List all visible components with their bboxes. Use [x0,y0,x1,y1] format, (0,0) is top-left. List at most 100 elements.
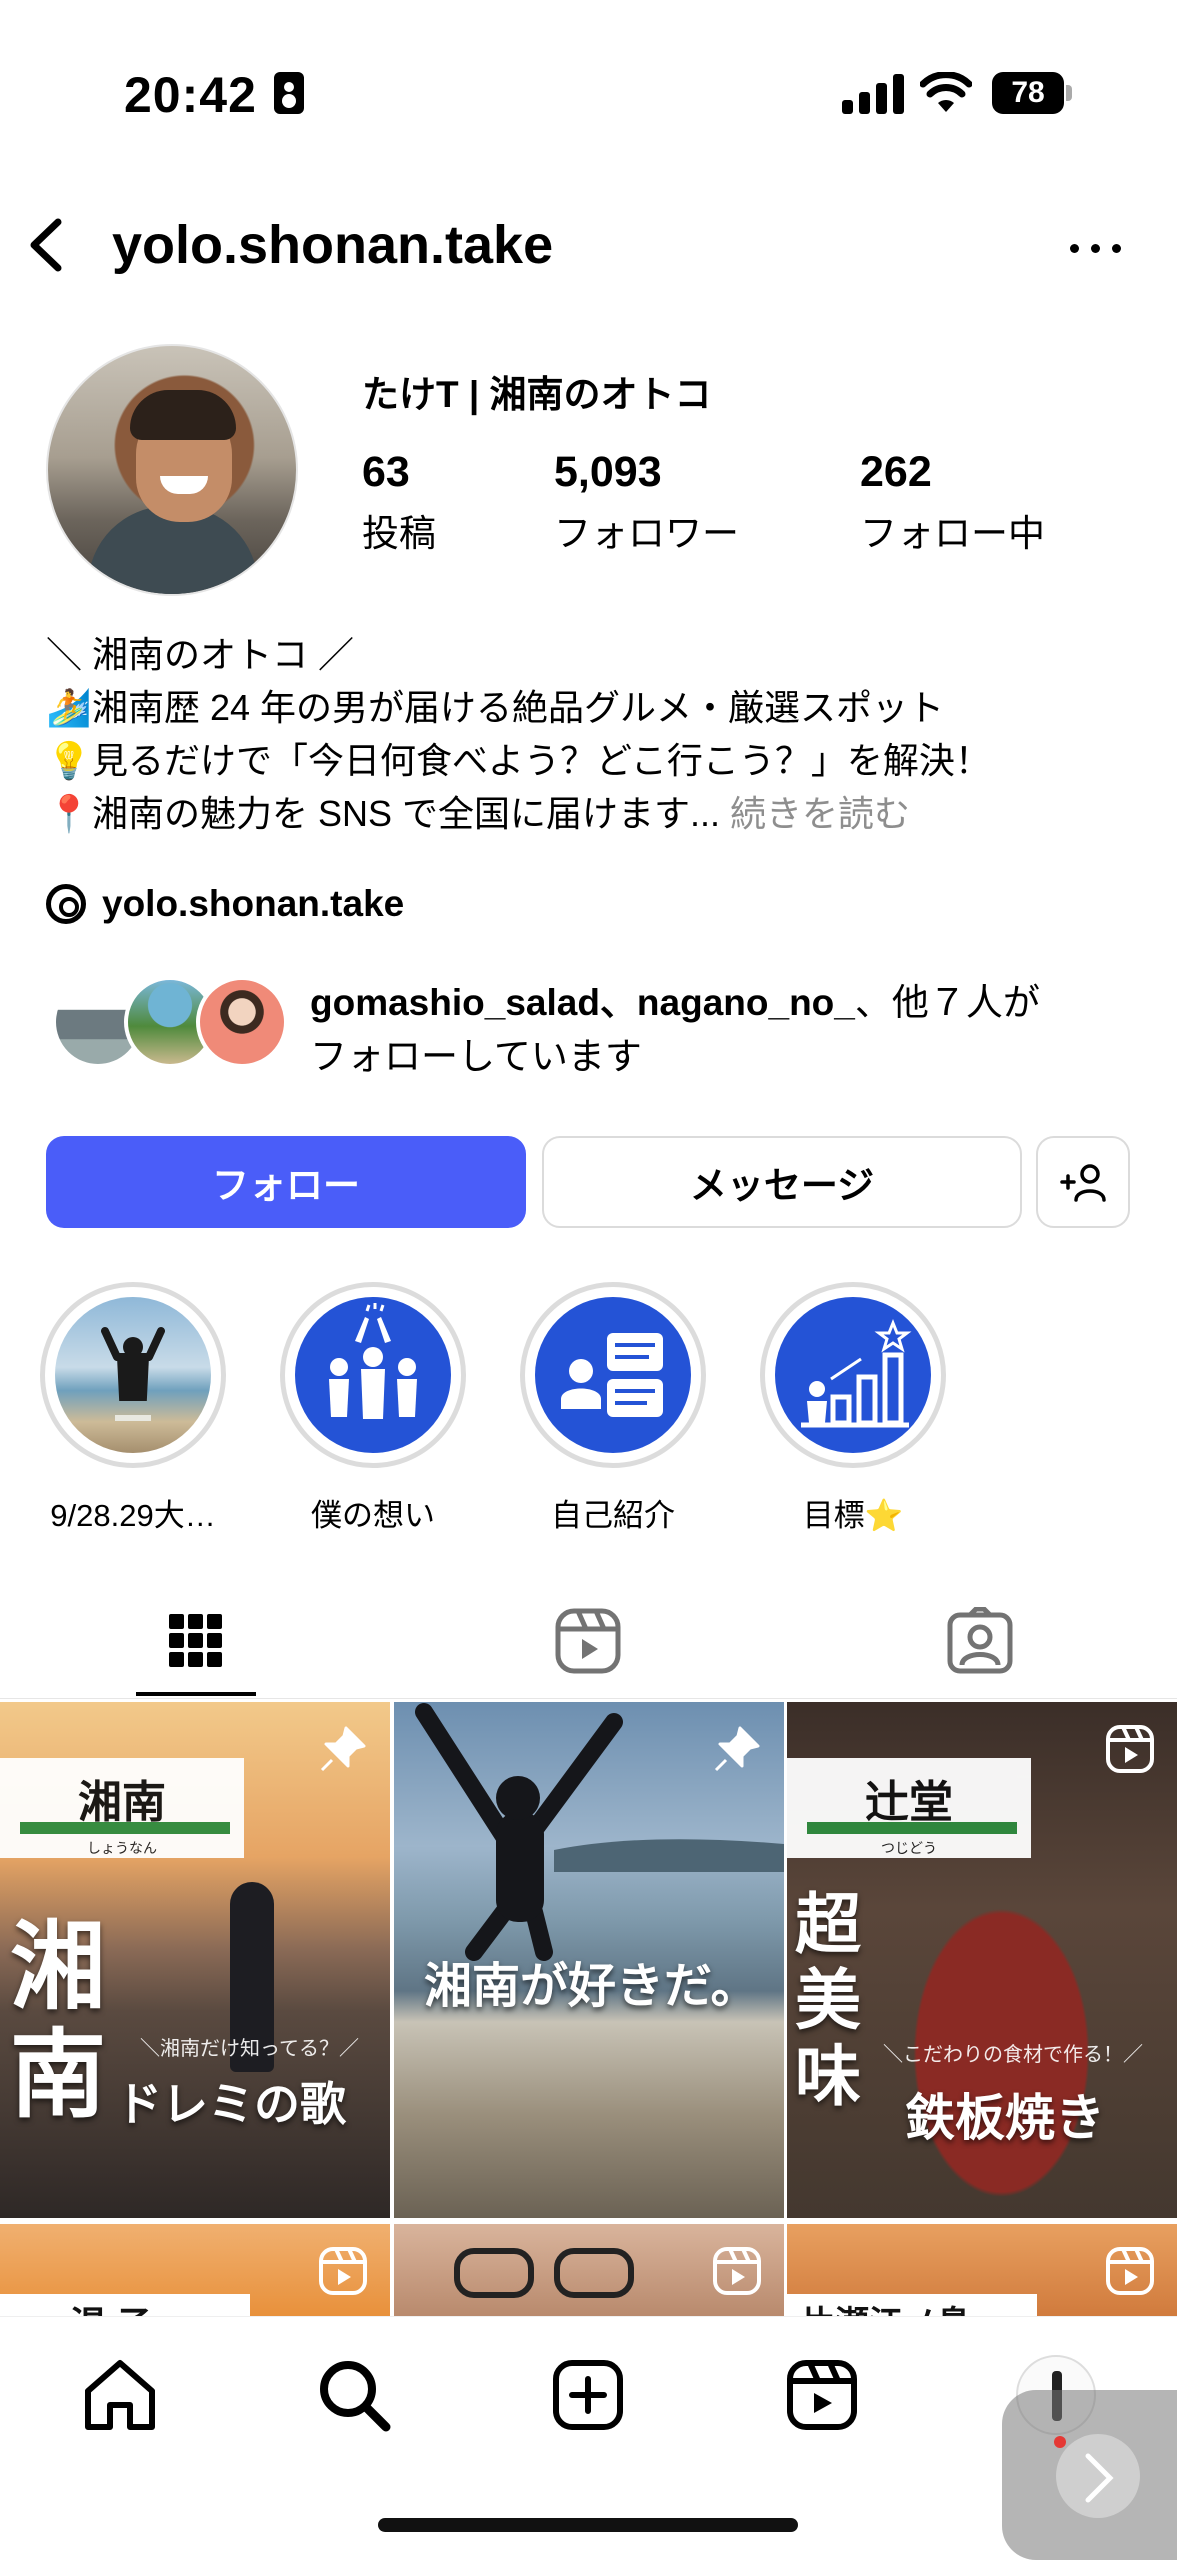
following-stat[interactable]: 262 フォロー中 [860,448,1045,557]
id-card-icon [274,72,304,114]
followed-by-line2: フォローしています [310,1036,642,1077]
search-icon[interactable] [314,2355,394,2435]
post-tile[interactable]: 辻堂 つじどう 超美味 ＼こだわりの食材で作る！／ 鉄板焼き [787,1702,1177,2218]
glasses [454,2248,534,2298]
posts-count: 63 [362,448,410,496]
highlight-2[interactable]: 僕の想い [280,1282,466,1535]
followers-count: 5,093 [554,448,662,496]
tab-tagged[interactable] [784,1588,1176,1694]
following-label: フォロー中 [860,513,1045,554]
threads-link[interactable]: yolo.shonan.take [46,874,404,934]
reels-icon [319,2247,367,2295]
sign-name: 辻堂 [865,1778,953,1827]
reels-icon [555,1608,621,1674]
following-count: 262 [860,448,932,496]
presentation-icon [561,1333,663,1417]
home-icon[interactable] [80,2355,160,2435]
display-name: たけT | 湘南のオトコ [362,374,712,415]
followed-by-text[interactable]: gomashio_salad、nagano_no_、他７人が フォローしています [310,976,1130,1084]
avatar [196,976,288,1068]
home-indicator [378,2518,798,2532]
highlight-3-cover [535,1297,691,1453]
surfer-icon: 🏄 [46,687,92,728]
post-overlay-text: 片瀬江ノ島 [801,2296,971,2318]
post-big-text: 湘南 [10,1914,106,2129]
post-overlay-text: 湯 子 [70,2296,152,2318]
avatar[interactable] [46,344,298,596]
follow-button[interactable]: フォロー [46,1136,526,1228]
status-time: 20:42 [124,67,257,123]
more-options-button[interactable] [1060,220,1132,276]
sign-kana: しょうなん [87,1840,157,1856]
posts-label: 投稿 [362,513,436,554]
highlight-2-cover [295,1297,451,1453]
battery-level: 78 [992,72,1064,114]
post-tile[interactable]: 湯 子 [0,2224,390,2318]
bio-line-3: 見るだけで「今日何食べよう？どこ行こう？」を解決！ [92,740,991,781]
highlight-4[interactable]: 目標⭐ [760,1282,946,1535]
post-overlay-text: ドレミの歌 [116,2078,346,2130]
reels-icon[interactable] [782,2355,862,2435]
wifi-icon [920,72,972,112]
create-post-icon[interactable] [548,2355,628,2435]
pin-icon: 📍 [46,793,92,834]
add-person-icon [1060,1164,1106,1202]
followers-stat[interactable]: 5,093 フォロワー [554,448,739,557]
tab-posts-grid[interactable] [0,1588,392,1694]
lightbulb-icon: 💡 [46,740,92,781]
highlight-3[interactable]: 自己紹介 [520,1282,706,1535]
post-sub-text: ＼湘南だけ知ってる？／ [140,2038,359,2060]
followed-by-names: gomashio_salad、nagano_no_ [310,982,855,1023]
post-big-text: 超美味 [795,1887,861,2113]
threads-handle: yolo.shonan.take [102,883,405,924]
active-tab-indicator [136,1692,256,1696]
station-sign: 湘南 しょうなん [0,1758,244,1858]
read-more-link[interactable]: 続きを読む [720,793,910,834]
post-tile[interactable]: 湘南が好きだ。 [394,1702,784,2218]
bio-line-4: 湘南の魅力を SNS で全国に届けます... [92,793,721,834]
tab-reels[interactable] [392,1588,784,1694]
team-icon [329,1303,417,1419]
assistive-touch-button[interactable] [1002,2390,1177,2560]
reels-icon [1106,2247,1154,2295]
highlight-4-cover [775,1297,931,1453]
grid-icon [169,1614,222,1667]
highlight-1[interactable]: 9/28.29大… [40,1282,226,1535]
goal-chart-icon [801,1318,912,1428]
pin-icon [320,1726,366,1772]
sign-kana: つじどう [881,1840,937,1856]
followed-by-rest: 、他７人が [854,982,1040,1023]
station-sign: 辻堂 つじどう [787,1758,1031,1858]
highlight-4-label: 目標⭐ [802,1498,904,1533]
highlight-2-label: 僕の想い [311,1498,435,1533]
glasses [554,2248,634,2298]
chevron-right-icon [1085,2453,1114,2503]
followers-label: フォロワー [554,513,739,554]
bio: ＼ 湘南のオトコ ／ 🏄湘南歴 24 年の男が届ける絶品グルメ・厳選スポット 💡… [46,628,1136,840]
post-overlay-text: 鉄板焼き [905,2090,1105,2146]
post-tile[interactable]: 片瀬江ノ島 [787,2224,1177,2318]
message-button[interactable]: メッセージ [542,1136,1022,1228]
divider [0,1698,1177,1699]
reels-icon [713,2247,761,2295]
highlight-1-label: 9/28.29大… [50,1498,216,1533]
threads-icon [46,884,86,924]
bio-line-2: 湘南歴 24 年の男が届ける絶品グルメ・厳選スポット [92,687,945,728]
posts-stat: 63 投稿 [362,448,436,557]
tagged-person-icon [947,1607,1013,1674]
page-title: yolo.shonan.take [112,215,554,275]
post-overlay-text: 湘南が好きだ。 [424,1960,759,2013]
suggested-users-button[interactable] [1036,1136,1130,1228]
battery-icon: 78 [992,72,1072,114]
sign-name: 湘南 [78,1778,166,1827]
status-bar: 20:42 78 [0,0,1177,190]
back-button[interactable] [18,210,74,280]
reels-icon [1106,1725,1154,1773]
signal-icon [842,74,904,114]
post-tile[interactable]: 湘南 しょうなん 湘南 ＼湘南だけ知ってる？／ ドレミの歌 [0,1702,390,2218]
bio-line-1: ＼ 湘南のオトコ ／ [46,634,355,675]
post-sub-text: ＼こだわりの食材で作る！／ [883,2044,1143,2066]
highlight-1-cover [55,1297,211,1453]
post-tile[interactable] [394,2224,784,2318]
highlight-3-label: 自己紹介 [551,1498,675,1533]
